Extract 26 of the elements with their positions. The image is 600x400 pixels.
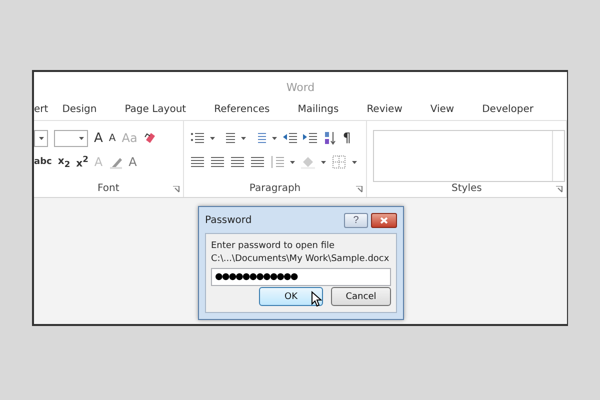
dialog-title: Password (205, 214, 253, 226)
ribbon-tab[interactable]: Design (48, 104, 111, 114)
window-title: Word (285, 80, 316, 96)
dialog-button[interactable]: OK (259, 287, 323, 306)
ribbon-tab[interactable]: View (416, 104, 468, 114)
superscript-button[interactable]: x$^{2}$ (76, 154, 88, 170)
ribbon-tab[interactable]: Developer (468, 104, 548, 114)
group-label: Styles (452, 183, 482, 194)
dialog-button[interactable]: Cancel (331, 287, 391, 306)
pilcrow-button[interactable]: ¶ (342, 130, 351, 146)
grow-font-button[interactable]: A (94, 130, 103, 146)
ribbon-tab[interactable]: References (200, 104, 284, 114)
file-path: C:\...\Documents\My Work\Sample.docx (211, 253, 390, 266)
ribbon-tab[interactable]: Page Layout (110, 104, 200, 114)
group-label: Paragraph (249, 183, 301, 194)
password-field[interactable]: ●●●●●●●●●●●● (211, 268, 391, 286)
strikethrough-button[interactable]: abc (34, 157, 52, 167)
help-button[interactable]: ? (344, 212, 368, 228)
prompt-text: Enter password to open file (211, 240, 336, 253)
group-label: Font (97, 183, 120, 194)
font-color-button[interactable]: A (128, 155, 137, 169)
ribbon-tab[interactable]: ert (34, 104, 48, 114)
subscript-button[interactable]: x$_{2}$ (58, 156, 70, 168)
ribbon-tab[interactable]: Review (352, 104, 416, 114)
ribbon-tab[interactable]: Mailings (284, 104, 353, 114)
shrink-font-button[interactable]: A (108, 132, 116, 144)
